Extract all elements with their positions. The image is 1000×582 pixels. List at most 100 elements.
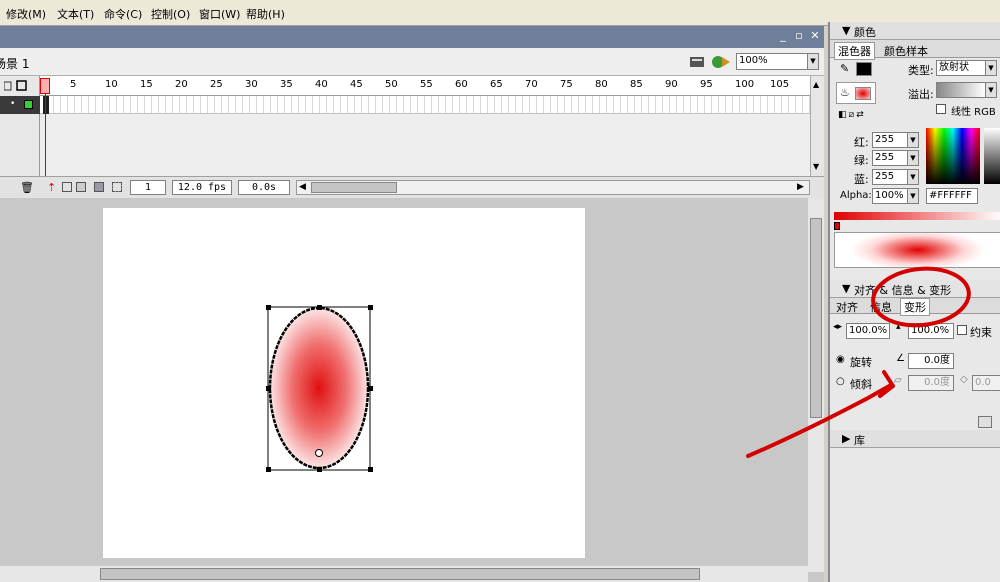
delete-layer-icon[interactable]: 🗑 (20, 181, 34, 194)
menu-commands[interactable]: 命令(C) (104, 6, 142, 22)
green-field[interactable]: 255 (872, 150, 908, 166)
fill-type-select[interactable]: 放射状 (936, 60, 986, 76)
playhead[interactable] (40, 78, 50, 94)
skew-radio[interactable]: ○ (836, 376, 845, 387)
fill-color-swatch[interactable] (855, 87, 871, 100)
scroll-left-icon[interactable]: ◀ (299, 182, 306, 192)
gradient-stop-left[interactable] (834, 222, 840, 230)
color-mode-icons[interactable]: ◧⧄⇄ (838, 110, 866, 120)
stage-vscroll-thumb[interactable] (810, 218, 822, 418)
selection-handle[interactable] (317, 467, 322, 472)
library-panel-header[interactable]: ▶ 库 (830, 430, 1000, 448)
linear-rgb-checkbox[interactable] (936, 104, 946, 114)
transform-panel-header[interactable]: ▼ 对齐 & 信息 & 变形 (830, 280, 1000, 298)
frame-number-label: 95 (700, 79, 713, 90)
stage-hscroll-thumb[interactable] (100, 568, 700, 580)
center-frame-icon[interactable]: ⇡ (47, 181, 56, 194)
tab-info[interactable]: 信息 (870, 299, 892, 315)
scroll-thumb[interactable] (311, 182, 397, 193)
tab-mixer[interactable]: 混色器 (834, 42, 875, 60)
color-panel-header[interactable]: ▼ 颜色 (830, 22, 1000, 40)
frame-number-label: 65 (490, 79, 503, 90)
expand-arrow-icon[interactable]: ▶ (842, 432, 850, 445)
zoom-dropdown-icon[interactable]: ▼ (807, 53, 819, 70)
selection-handle[interactable] (368, 386, 373, 391)
layer-outline-icon[interactable] (24, 100, 33, 109)
stage-vscroll[interactable] (808, 198, 824, 572)
stage-hscroll[interactable] (0, 566, 808, 582)
red-field[interactable]: 255 (872, 132, 908, 148)
skew-vertical-field[interactable]: 0.0 (972, 375, 1000, 391)
visibility-dot-icon[interactable]: • (10, 99, 15, 109)
height-scale-field[interactable]: 100.0% (908, 323, 954, 339)
angle-icon: ∠ (896, 353, 905, 364)
edit-symbols-icon[interactable] (710, 53, 732, 71)
selection-handle[interactable] (317, 305, 322, 310)
constrain-checkbox[interactable] (957, 325, 967, 335)
stroke-color-swatch[interactable] (856, 62, 872, 76)
collapse-arrow-icon[interactable]: ▼ (842, 24, 850, 37)
skew-horizontal-field[interactable]: 0.0度 (908, 375, 954, 391)
menu-help[interactable]: 帮助(H) (246, 6, 285, 22)
red-dropdown-icon[interactable]: ▼ (907, 132, 919, 148)
rotate-field[interactable]: 0.0度 (908, 353, 954, 369)
close-icon[interactable]: ✕ (808, 29, 822, 43)
color-picker-spectrum[interactable] (926, 128, 980, 184)
green-dropdown-icon[interactable]: ▼ (907, 150, 919, 166)
layer-row[interactable]: • (0, 96, 40, 114)
fill-type-dropdown-icon[interactable]: ▼ (985, 60, 997, 76)
blue-field[interactable]: 255 (872, 169, 908, 185)
stage-canvas[interactable] (103, 208, 585, 558)
height-scale-icon: ▴ (896, 322, 901, 332)
hex-field[interactable]: #FFFFFF (926, 188, 978, 204)
frame-ruler[interactable]: 1510152025303540455055606570758085909510… (40, 76, 810, 96)
alpha-dropdown-icon[interactable]: ▼ (907, 188, 919, 204)
paint-bucket-icon: ♨ (840, 86, 850, 99)
collapse-arrow-icon[interactable]: ▼ (842, 282, 850, 295)
minimize-icon[interactable]: _ (776, 29, 790, 43)
timeline-vscroll[interactable]: ▲ ▼ (810, 76, 824, 176)
tab-align[interactable]: 对齐 (836, 299, 858, 315)
frame-number-label: 60 (455, 79, 468, 90)
fill-color-well[interactable]: ♨ (836, 82, 876, 104)
right-panel: ▼ 颜色 混色器 颜色样本 ✎ 类型: 放射状 ▼ ♨ 溢出: ▼ 线性 RGB… (828, 22, 1000, 582)
blue-label: 蓝: (854, 173, 869, 186)
onion-outline-icon[interactable] (76, 182, 86, 192)
width-scale-field[interactable]: 100.0% (846, 323, 890, 339)
rotate-radio[interactable]: ◉ (836, 354, 845, 365)
selection-handle[interactable] (368, 467, 373, 472)
menu-text[interactable]: 文本(T) (57, 6, 94, 22)
overflow-select[interactable] (936, 82, 986, 98)
tab-transform[interactable]: 变形 (900, 298, 930, 316)
tab-swatches[interactable]: 颜色样本 (884, 43, 928, 59)
frame-number-label: 40 (315, 79, 328, 90)
selection-handle[interactable] (368, 305, 373, 310)
onion-skin-icon[interactable] (62, 182, 72, 192)
frame-cells[interactable] (40, 96, 810, 114)
overflow-dropdown-icon[interactable]: ▼ (985, 82, 997, 98)
alpha-field[interactable]: 100% (872, 188, 908, 204)
scroll-down-icon[interactable]: ▼ (813, 162, 819, 171)
restore-icon[interactable]: ▫ (792, 29, 806, 43)
menu-control[interactable]: 控制(O) (151, 6, 190, 22)
selection-handle[interactable] (266, 467, 271, 472)
menu-window[interactable]: 窗口(W) (199, 6, 240, 22)
gradient-definition-bar[interactable] (834, 212, 1000, 220)
selection-handle[interactable] (266, 305, 271, 310)
zoom-field[interactable]: 100% (736, 53, 808, 70)
copy-transform-icon[interactable] (978, 416, 992, 428)
brightness-slider[interactable] (984, 128, 1000, 184)
frame-number-label: 25 (210, 79, 223, 90)
edit-multiple-frames-icon[interactable] (94, 182, 104, 192)
scroll-up-icon[interactable]: ▲ (813, 80, 819, 89)
timeline-hscroll[interactable]: ◀ ▶ (296, 180, 810, 195)
selection-handle[interactable] (266, 386, 271, 391)
menu-modify[interactable]: 修改(M) (6, 6, 46, 22)
layer-toggle-icons[interactable] (4, 80, 36, 92)
blue-dropdown-icon[interactable]: ▼ (907, 169, 919, 185)
ellipse-graphic[interactable] (103, 208, 585, 558)
keyframe-cell[interactable] (43, 96, 49, 114)
edit-scene-icon[interactable] (688, 53, 708, 71)
modify-onion-markers-icon[interactable] (112, 182, 122, 192)
scroll-right-icon[interactable]: ▶ (797, 182, 804, 192)
